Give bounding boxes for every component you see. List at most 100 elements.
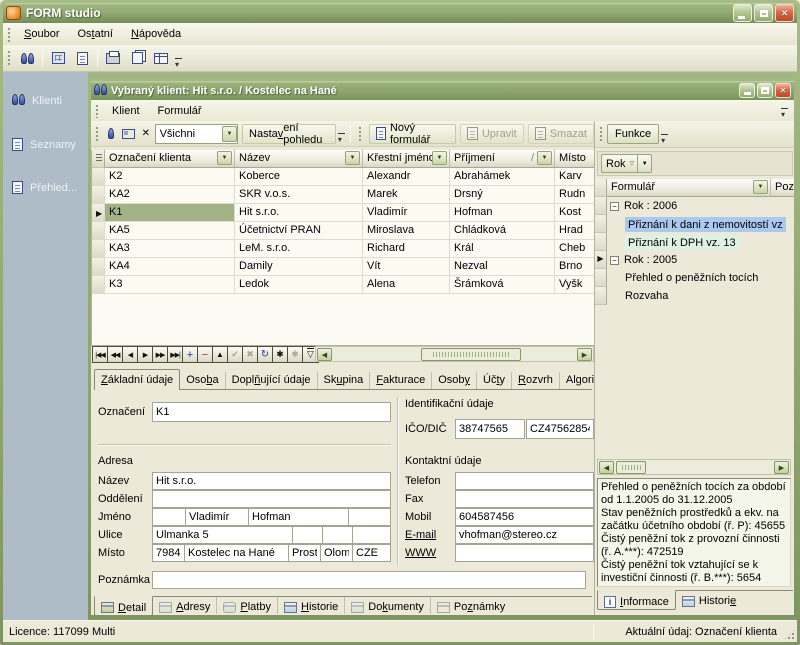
nav-next-button[interactable]: ▶ xyxy=(138,347,153,362)
toolbar-overflow-button[interactable]: ▾ xyxy=(336,133,347,144)
menu-soubor[interactable]: Soubor xyxy=(15,25,68,43)
forms-toolbar-icon[interactable] xyxy=(70,47,94,69)
client-filter-clear-button[interactable]: ✕ xyxy=(137,123,154,145)
tab-poznamky[interactable]: Poznámky xyxy=(431,597,511,614)
nazev-input[interactable] xyxy=(152,472,391,490)
client-person-button[interactable] xyxy=(102,123,119,145)
poznamka-input[interactable] xyxy=(152,571,586,589)
new-form-button[interactable]: Nový formulář xyxy=(369,124,456,144)
column-header-misto[interactable]: Místo xyxy=(555,150,594,168)
mobil-input[interactable] xyxy=(455,508,594,526)
view-settings-button[interactable]: Nastavení pohledu xyxy=(242,124,336,144)
toolbar-gripper[interactable] xyxy=(6,26,11,41)
toolbar-gripper[interactable] xyxy=(357,125,361,143)
menu-klient[interactable]: Klient xyxy=(103,102,149,120)
nav-last-button[interactable]: ▶▶| xyxy=(168,347,183,362)
tab-detail[interactable]: Detail xyxy=(94,596,153,615)
child-maximize-button[interactable] xyxy=(757,83,773,98)
prijmeni-input[interactable] xyxy=(248,508,349,526)
minimize-button[interactable] xyxy=(733,4,752,22)
collapse-icon[interactable]: − xyxy=(610,256,619,265)
column-filter-dropdown-icon[interactable]: ▼ xyxy=(432,151,447,165)
print-toolbar-icon[interactable] xyxy=(101,47,125,69)
nav-cancel-button[interactable]: ✖ xyxy=(243,347,258,362)
email-label[interactable]: E-mail xyxy=(405,529,436,541)
close-button[interactable]: ✕ xyxy=(775,4,794,22)
collapse-icon[interactable]: − xyxy=(610,202,619,211)
tab-osoby[interactable]: Osoby xyxy=(432,372,477,389)
email-input[interactable] xyxy=(455,526,594,544)
tab-adresy[interactable]: Adresy xyxy=(153,597,217,614)
oznaceni-input[interactable] xyxy=(152,402,391,422)
column-header-krestni[interactable]: Křestní jméno ▼ xyxy=(363,150,450,168)
delete-form-button[interactable]: Smazat xyxy=(528,124,594,144)
tab-zakladni-udaje[interactable]: Základní údaje xyxy=(94,369,180,390)
nav-refresh-button[interactable]: ↻ xyxy=(258,347,273,362)
scroll-left-icon[interactable]: ◀ xyxy=(599,461,614,474)
scrollbar-thumb[interactable] xyxy=(616,461,646,474)
column-filter-dropdown-icon[interactable]: ▼ xyxy=(753,180,768,194)
grid-horizontal-scrollbar[interactable]: ◀ ▶ xyxy=(315,346,594,362)
toolbar-gripper[interactable] xyxy=(6,49,11,67)
okres-input[interactable] xyxy=(288,544,321,562)
scroll-right-icon[interactable]: ▶ xyxy=(774,461,789,474)
kraj-input[interactable] xyxy=(320,544,353,562)
nav-insert-button[interactable]: + xyxy=(183,347,198,362)
toolbar-gripper[interactable] xyxy=(94,103,99,118)
menubar-overflow-button[interactable]: ▾ xyxy=(779,108,790,119)
edit-form-button[interactable]: Upravit xyxy=(460,124,524,144)
tab-platby[interactable]: Platby xyxy=(217,597,278,614)
client-filter-combobox[interactable]: Všichni ▼ xyxy=(155,124,238,144)
form-row-selected[interactable]: Přiznání k dani z nemovitostí vz xyxy=(607,215,794,233)
nav-next-page-button[interactable]: ▶▶ xyxy=(153,347,168,362)
toolbar-overflow-button[interactable]: ▾ xyxy=(173,58,184,69)
tab-doplnujici-udaje[interactable]: Doplňující údaje xyxy=(226,372,318,389)
tab-dokumenty[interactable]: Dokumenty xyxy=(345,597,431,614)
nav-prior-button[interactable]: ◀ xyxy=(123,347,138,362)
client-card-button[interactable] xyxy=(120,123,137,145)
form-row[interactable]: Přiznání k DPH vz. 13 xyxy=(607,233,794,251)
clients-toolbar-icon[interactable] xyxy=(15,47,39,69)
column-filter-dropdown-icon[interactable]: ▼ xyxy=(345,151,360,165)
chevron-down-icon[interactable]: ▼ xyxy=(637,155,651,172)
group-rok-button[interactable]: Rok ▽ ▼ xyxy=(601,154,652,173)
www-input[interactable] xyxy=(455,544,594,562)
dic-input[interactable] xyxy=(526,419,594,439)
co-input[interactable] xyxy=(322,526,353,544)
nav-prior-page-button[interactable]: ◀◀ xyxy=(108,347,123,362)
grid-corner-cell[interactable] xyxy=(92,150,105,168)
stat-input[interactable] xyxy=(352,544,391,562)
forms-grid-corner-cell[interactable] xyxy=(595,179,607,197)
child-minimize-button[interactable] xyxy=(739,83,755,98)
misto-input[interactable] xyxy=(184,544,289,562)
scroll-right-icon[interactable]: ▶ xyxy=(577,348,592,361)
child-close-button[interactable]: ✕ xyxy=(775,83,791,98)
sidebar-item-prehled[interactable]: Přehled... xyxy=(3,173,88,202)
scroll-left-icon[interactable]: ◀ xyxy=(317,348,332,361)
nav-delete-button[interactable]: − xyxy=(198,347,213,362)
calculator-toolbar-icon[interactable] xyxy=(46,47,70,69)
tab-historie[interactable]: Historie xyxy=(278,597,345,614)
form-group-row[interactable]: − Rok : 2005 xyxy=(607,251,794,269)
nav-bookmark-button[interactable]: ✱ xyxy=(273,347,288,362)
telefon-input[interactable] xyxy=(455,472,594,490)
column-filter-dropdown-icon[interactable]: ▼ xyxy=(217,151,232,165)
titul-input[interactable] xyxy=(152,508,186,526)
jmeno-input[interactable] xyxy=(185,508,249,526)
forms-horizontal-scrollbar[interactable]: ◀ ▶ xyxy=(597,459,791,475)
tab-informace[interactable]: i Informace xyxy=(597,590,676,610)
tab-historie-right[interactable]: Historie xyxy=(676,591,742,608)
ico-input[interactable] xyxy=(455,419,525,439)
current-row-marker[interactable]: ▶ xyxy=(92,204,105,222)
fax-input[interactable] xyxy=(455,490,594,508)
nav-first-button[interactable]: |◀◀ xyxy=(93,347,108,362)
form-row[interactable]: Rozvaha xyxy=(607,287,794,305)
browse-toolbar-icon[interactable] xyxy=(149,47,173,69)
nav-goto-bookmark-button[interactable]: ✱ xyxy=(288,347,303,362)
ulice-extra-input[interactable] xyxy=(352,526,391,544)
psc-input[interactable] xyxy=(152,544,185,562)
form-group-row[interactable]: − Rok : 2006 xyxy=(607,197,794,215)
column-header-prijmeni[interactable]: Příjmení / ▼ xyxy=(450,150,555,168)
tab-ucty[interactable]: Účty xyxy=(477,372,512,389)
menu-napoveda[interactable]: Nápověda xyxy=(122,25,190,43)
